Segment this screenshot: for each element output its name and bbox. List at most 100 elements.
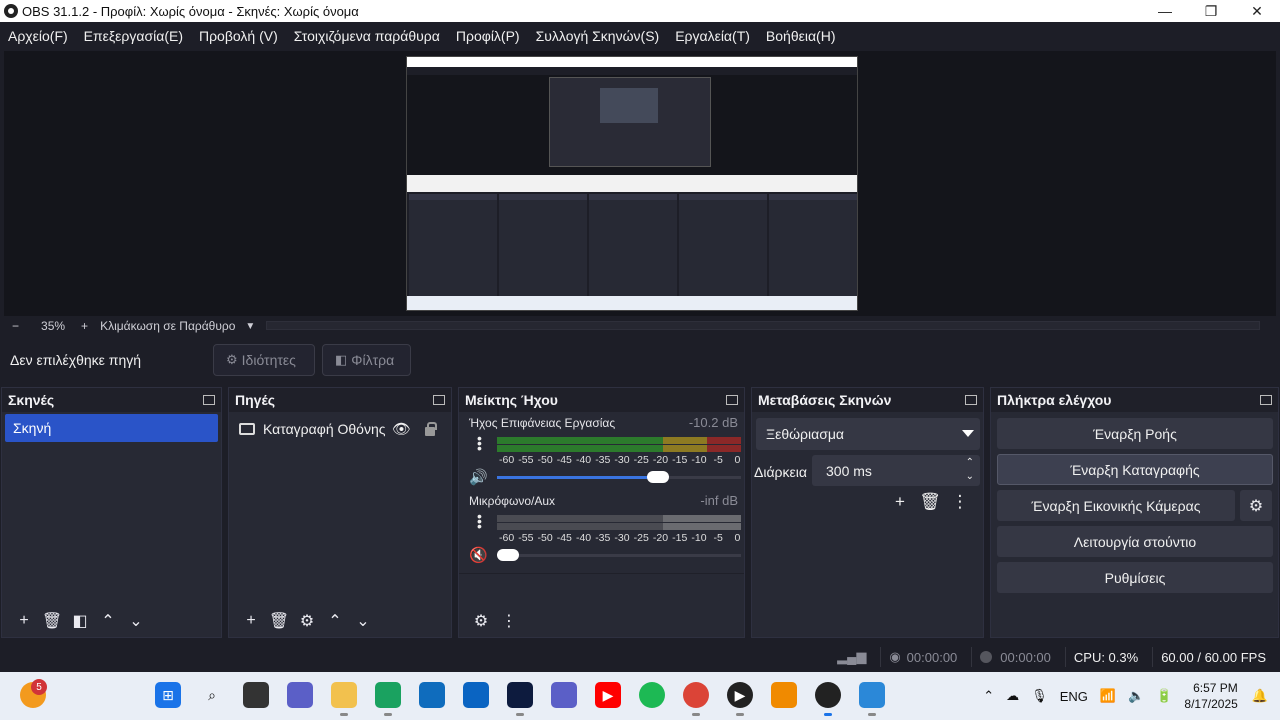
spotify-icon[interactable] xyxy=(639,682,665,708)
zoom-mode: Κλιμάκωση σε Παράθυρο xyxy=(100,319,236,333)
start-menu-icon[interactable]: ⊞ xyxy=(155,682,181,708)
signal-strength-icon: ▂▄▆ xyxy=(837,649,867,664)
add-transition-icon[interactable]: + xyxy=(885,492,915,512)
transition-menu-icon[interactable]: ⋮ xyxy=(945,492,975,512)
volume-slider[interactable] xyxy=(497,471,741,483)
onedrive-icon[interactable]: ☁ xyxy=(1006,688,1019,704)
speaker-icon[interactable]: 🔊 xyxy=(469,468,488,486)
controls-dock: Πλήκτρα ελέγχου Έναρξη Ροής Έναρξη Καταγ… xyxy=(990,387,1279,638)
clock-date: 8/17/2025 xyxy=(1184,697,1238,711)
language-indicator[interactable]: ENG xyxy=(1060,689,1088,704)
sources-title: Πηγές xyxy=(235,392,276,408)
menu-file[interactable]: Αρχείο(F) xyxy=(8,28,68,44)
scene-filters-icon[interactable]: ◧ xyxy=(66,611,94,631)
chevron-up-icon[interactable]: ⌃ xyxy=(966,457,974,468)
chrome-icon[interactable] xyxy=(683,682,709,708)
source-properties-icon[interactable]: ⚙ xyxy=(293,611,321,631)
zoom-in-button[interactable]: + xyxy=(81,319,88,333)
menu-view[interactable]: Προβολή (V) xyxy=(199,28,278,44)
channel-menu-icon[interactable]: • • • xyxy=(477,509,482,533)
notification-bell-icon[interactable]: 🔔 xyxy=(1252,688,1268,704)
move-up-icon[interactable]: ⌃ xyxy=(321,611,349,631)
meter-tick-label: -50 xyxy=(537,532,553,544)
start-recording-button[interactable]: Έναρξη Καταγραφής xyxy=(997,454,1273,485)
studio-mode-button[interactable]: Λειτουργία στούντιο xyxy=(997,526,1273,557)
menu-profile[interactable]: Προφίλ(P) xyxy=(456,28,520,44)
disney-plus-icon[interactable] xyxy=(507,682,533,708)
remove-transition-icon[interactable]: 🗑 xyxy=(915,492,945,512)
menu-bar: Αρχείο(F) Επεξεργασία(E) Προβολή (V) Στο… xyxy=(0,22,1280,50)
windows-taskbar: 5 ⊞ ⌕ ▶ ▶ ⌃ ☁ 🎙 ENG 📶 🔈 🔋 6:57 PM 8/17/2… xyxy=(0,672,1280,720)
mixer-menu-icon[interactable]: ⋮ xyxy=(495,611,523,631)
meter-tick-label: -15 xyxy=(672,454,688,466)
duration-spinbox[interactable]: 300 ms ⌃ ⌄ xyxy=(812,455,980,486)
volume-icon[interactable]: 🔈 xyxy=(1128,688,1144,704)
close-button[interactable]: ✕ xyxy=(1234,0,1280,22)
window-title: OBS 31.1.2 - Προφίλ: Χωρίς όνομα - Σκηνέ… xyxy=(22,3,359,19)
filters-button[interactable]: ◧ Φίλτρα xyxy=(322,344,411,376)
preview-canvas[interactable] xyxy=(4,51,1276,316)
preview-scrollbar[interactable] xyxy=(266,321,1260,330)
vlc-icon[interactable] xyxy=(771,682,797,708)
maximize-button[interactable]: ❐ xyxy=(1188,0,1234,22)
zoom-out-button[interactable]: − xyxy=(12,319,19,333)
menu-edit[interactable]: Επεξεργασία(E) xyxy=(84,28,183,44)
wifi-icon[interactable]: 📶 xyxy=(1100,688,1116,704)
channel-menu-icon[interactable]: • • • xyxy=(477,431,482,455)
file-explorer-icon[interactable] xyxy=(331,682,357,708)
remove-source-icon[interactable]: 🗑 xyxy=(265,611,293,631)
media-player-icon[interactable]: ▶ xyxy=(727,682,753,708)
youtube-icon[interactable]: ▶ xyxy=(595,682,621,708)
transition-select[interactable]: Ξεθώριασμα xyxy=(756,418,980,450)
battery-icon[interactable]: 🔋 xyxy=(1156,688,1172,704)
minimize-button[interactable]: — xyxy=(1142,0,1188,22)
task-view-icon[interactable] xyxy=(243,682,269,708)
start-virtual-camera-button[interactable]: Έναρξη Εικονικής Κάμερας xyxy=(997,490,1235,521)
outlook-icon[interactable] xyxy=(463,682,489,708)
meter-tick-label: -40 xyxy=(575,454,592,466)
menu-tools[interactable]: Εργαλεία(T) xyxy=(675,28,750,44)
store-icon[interactable] xyxy=(419,682,445,708)
muted-speaker-icon[interactable]: 🔇 xyxy=(469,546,488,564)
zoom-mode-dropdown-icon[interactable]: ▼ xyxy=(245,321,255,332)
move-up-icon[interactable]: ⌃ xyxy=(94,611,122,631)
virtual-camera-settings-gear-icon[interactable]: ⚙ xyxy=(1240,490,1272,521)
visibility-eye-icon[interactable]: 👁 xyxy=(392,420,411,438)
obs-logo-icon xyxy=(4,4,18,18)
meter-tick-label: -60 xyxy=(499,454,515,466)
microphone-icon[interactable]: 🎙 xyxy=(1031,688,1048,704)
lock-icon[interactable] xyxy=(425,422,437,436)
chevron-up-icon[interactable]: ⌃ xyxy=(983,688,994,704)
menu-help[interactable]: Βοήθεια(H) xyxy=(766,28,836,44)
advanced-audio-icon[interactable]: ⚙ xyxy=(467,611,495,631)
undock-icon[interactable] xyxy=(1260,395,1272,405)
add-source-icon[interactable]: + xyxy=(237,612,265,630)
undock-icon[interactable] xyxy=(433,395,445,405)
monitor-icon xyxy=(239,423,255,435)
teams-chat-icon[interactable] xyxy=(287,682,313,708)
undock-icon[interactable] xyxy=(203,395,215,405)
settings-button[interactable]: Ρυθμίσεις xyxy=(997,562,1273,593)
menu-docks[interactable]: Στοιχιζόμενα παράθυρα xyxy=(294,28,440,44)
chevron-down-icon[interactable]: ⌄ xyxy=(966,471,974,482)
move-down-icon[interactable]: ⌄ xyxy=(349,611,377,631)
undock-icon[interactable] xyxy=(965,395,977,405)
edge-browser-icon[interactable] xyxy=(375,682,401,708)
teams-icon[interactable] xyxy=(551,682,577,708)
properties-button[interactable]: ⚙ Ιδιότητες xyxy=(213,344,315,376)
add-scene-icon[interactable]: + xyxy=(10,612,38,630)
start-stream-button[interactable]: Έναρξη Ροής xyxy=(997,418,1273,449)
scene-item[interactable]: Σκηνή xyxy=(5,414,218,442)
remove-scene-icon[interactable]: 🗑 xyxy=(38,611,66,631)
volume-slider[interactable] xyxy=(497,549,741,561)
move-down-icon[interactable]: ⌄ xyxy=(122,611,150,631)
obs-taskbar-icon[interactable] xyxy=(815,682,841,708)
clock[interactable]: 6:57 PM 8/17/2025 xyxy=(1184,680,1237,712)
meter-tick-label: -20 xyxy=(652,454,669,466)
search-icon[interactable]: ⌕ xyxy=(199,682,225,708)
menu-scene-collection[interactable]: Συλλογή Σκηνών(S) xyxy=(536,28,660,44)
meter-tick-label: -45 xyxy=(556,454,572,466)
source-item[interactable]: Καταγραφή Οθόνης 👁 xyxy=(235,416,445,442)
undock-icon[interactable] xyxy=(726,395,738,405)
photos-icon[interactable] xyxy=(859,682,885,708)
